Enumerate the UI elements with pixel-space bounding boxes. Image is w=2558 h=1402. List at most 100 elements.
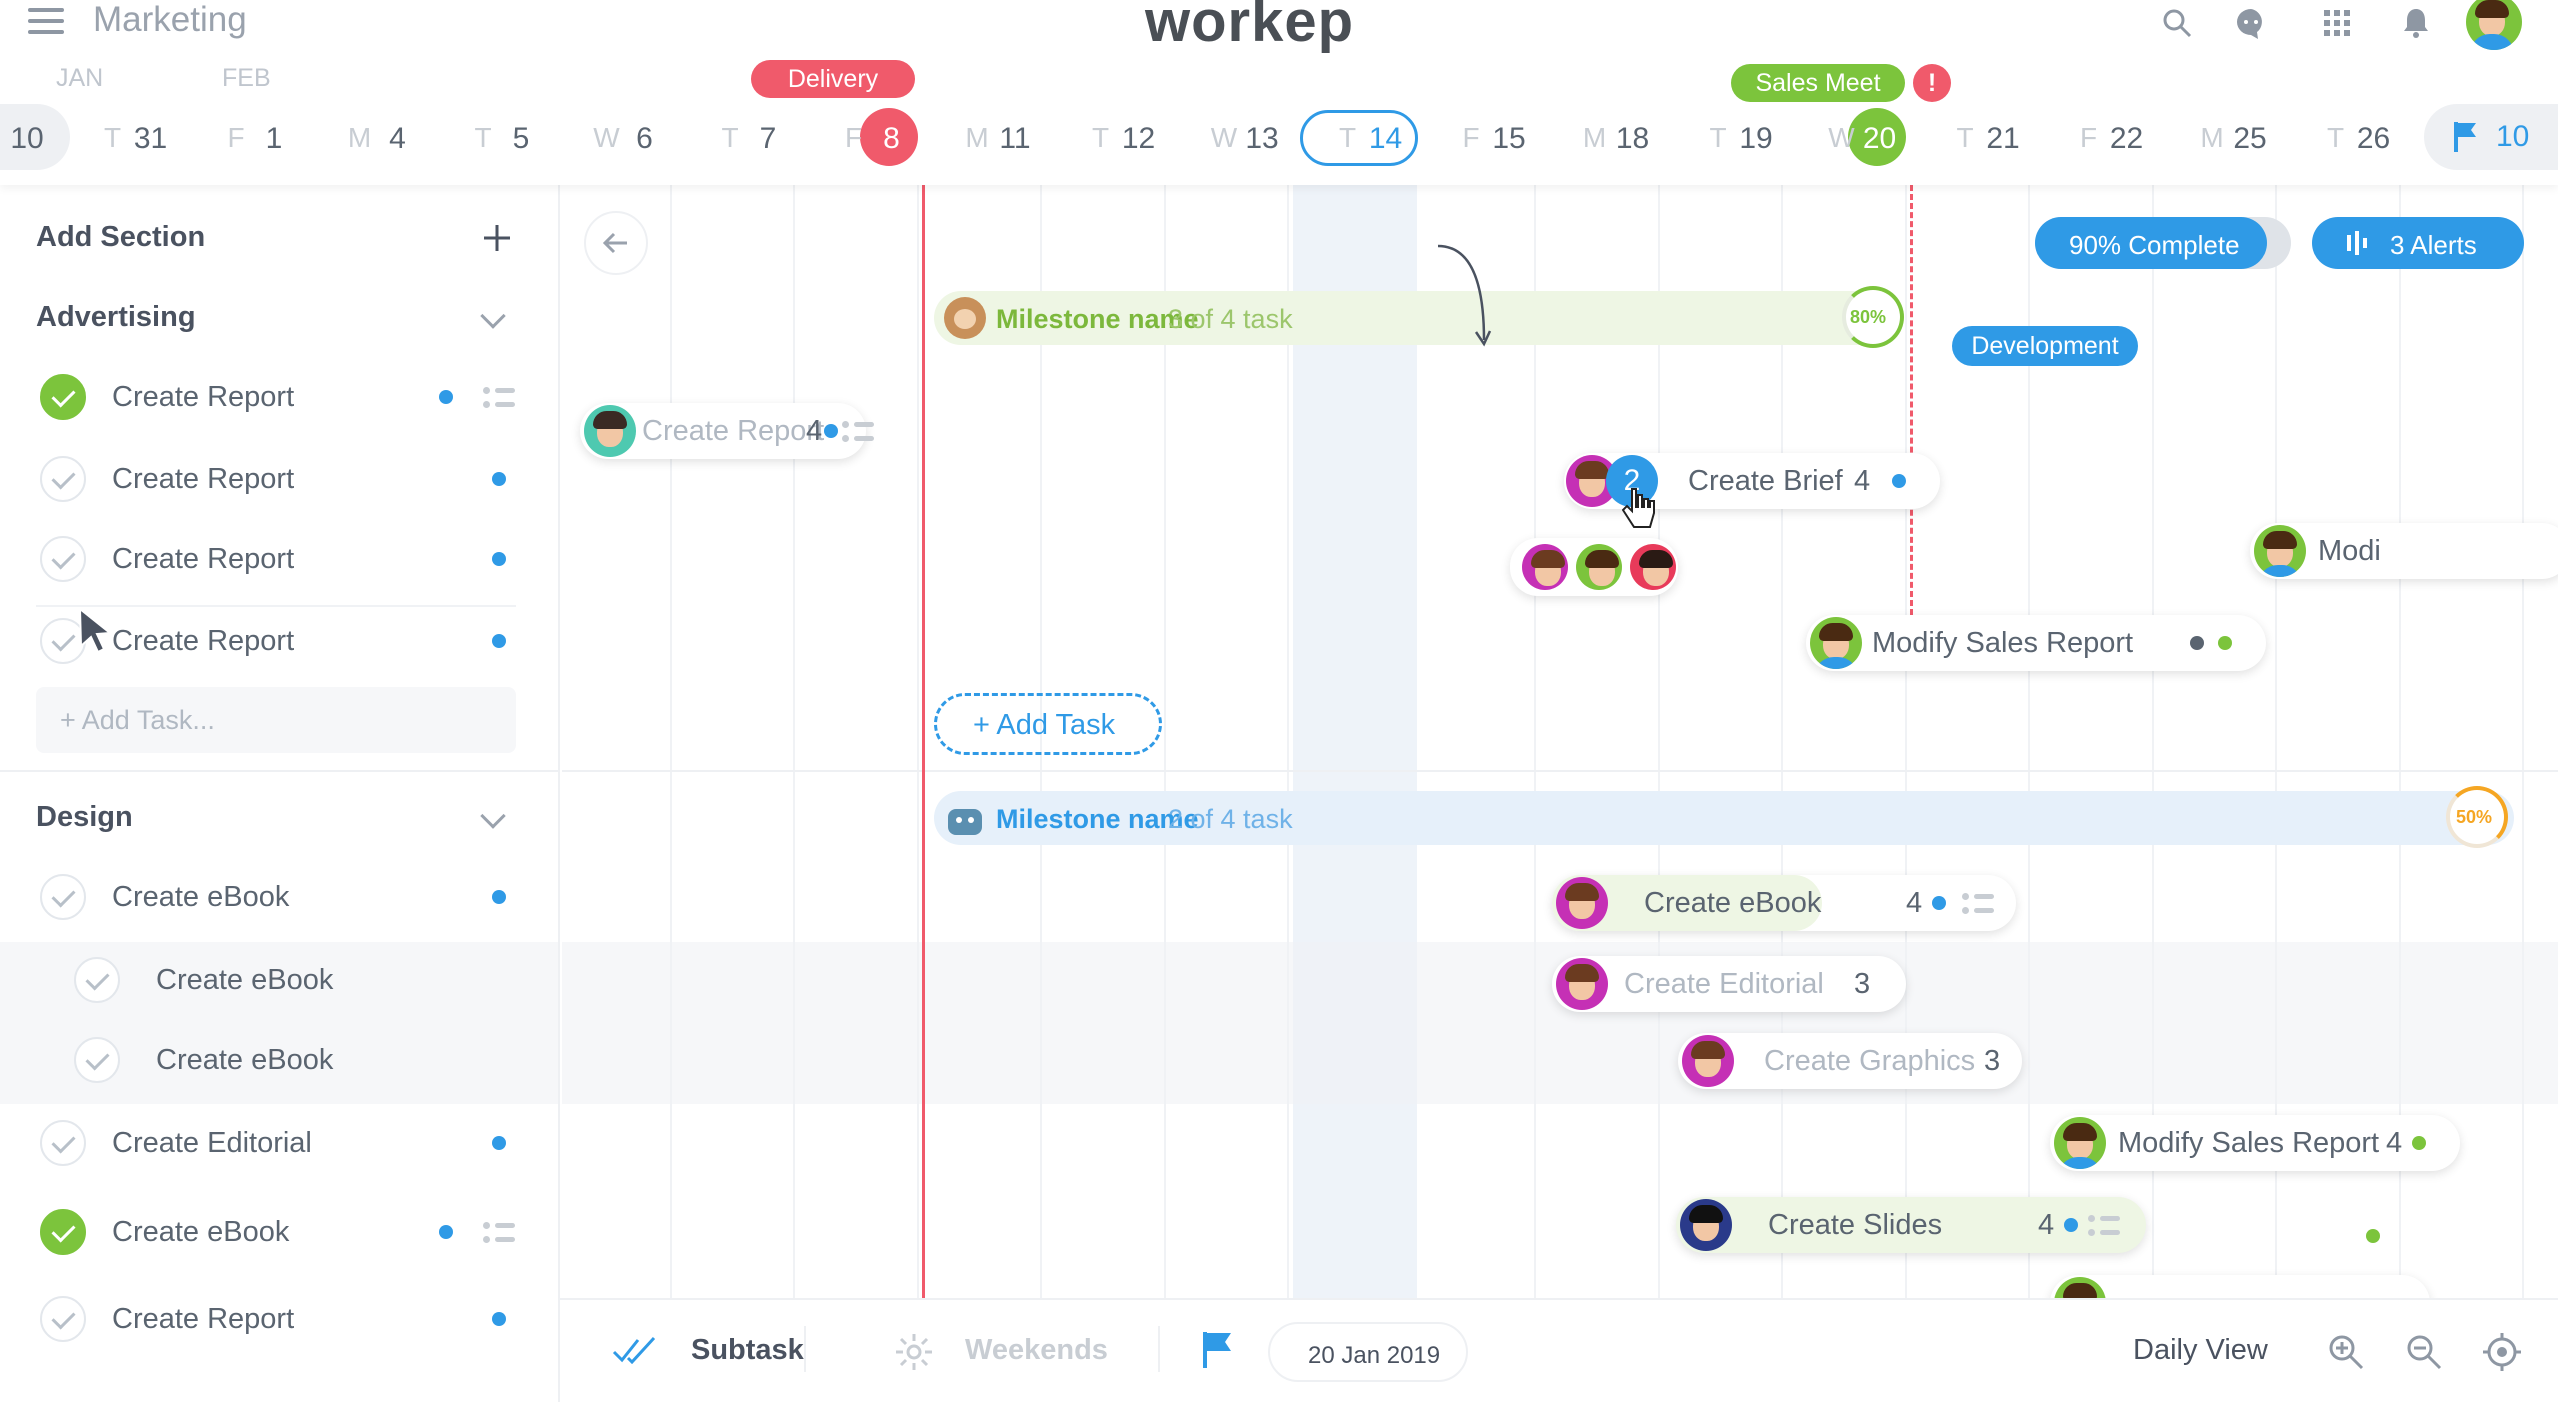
day-label[interactable]: 18 bbox=[1603, 122, 1663, 156]
add-task-input[interactable]: + Add Task... bbox=[36, 687, 516, 753]
list-item[interactable]: Create Editorial bbox=[0, 1103, 556, 1183]
day-label[interactable]: 8 bbox=[862, 122, 922, 156]
menu-icon[interactable] bbox=[28, 8, 64, 36]
grid-line bbox=[2522, 185, 2524, 1300]
subtask-toggle[interactable]: Subtask bbox=[691, 1334, 804, 1367]
delivery-event-pill[interactable]: Delivery bbox=[751, 60, 915, 98]
bottom-toolbar: Subtask Weekends 20 Jan 2019 Daily View bbox=[560, 1298, 2558, 1402]
task-checkbox[interactable] bbox=[40, 536, 86, 582]
day-label[interactable]: 13 bbox=[1232, 122, 1292, 156]
list-item[interactable]: Create eBook bbox=[0, 1192, 556, 1272]
subtask-list-icon[interactable] bbox=[483, 1222, 515, 1244]
weekends-toggle[interactable]: Weekends bbox=[965, 1334, 1108, 1367]
alert-icon[interactable]: ! bbox=[1913, 64, 1951, 102]
day-label[interactable]: 5 bbox=[491, 122, 551, 156]
zoom-out-icon[interactable] bbox=[2404, 1332, 2444, 1372]
day-label[interactable]: 1 bbox=[244, 122, 304, 156]
day-label[interactable]: 20 bbox=[1850, 122, 1910, 156]
section-title-design[interactable]: Design bbox=[36, 801, 133, 834]
chevron-down-icon[interactable] bbox=[480, 303, 506, 329]
add-task-button[interactable]: + Add Task bbox=[934, 693, 1162, 755]
milestone-bar[interactable]: Milestone name 2 of 4 task 50% bbox=[934, 786, 2514, 848]
flag-icon[interactable] bbox=[1200, 1330, 1234, 1370]
day-label[interactable]: 7 bbox=[738, 122, 798, 156]
project-title[interactable]: Marketing bbox=[93, 0, 247, 40]
chat-icon[interactable] bbox=[2234, 6, 2268, 40]
task-bar-modify[interactable]: Modi bbox=[2250, 523, 2558, 579]
task-bar-create-graphics[interactable]: Create Graphics 3 bbox=[1678, 1033, 2022, 1089]
task-bar-create-editorial[interactable]: Create Editorial 3 bbox=[1552, 956, 1906, 1012]
back-button[interactable] bbox=[584, 211, 648, 275]
day-label[interactable]: 26 bbox=[2344, 122, 2404, 156]
list-item[interactable]: Create Report bbox=[0, 519, 556, 599]
task-bar-modify-sales-report[interactable]: Modify Sales Report bbox=[1806, 615, 2266, 671]
day-label[interactable]: 11 bbox=[985, 122, 1045, 156]
day-label[interactable]: 21 bbox=[1973, 122, 2033, 156]
grid-line bbox=[669, 185, 672, 1300]
sun-icon[interactable] bbox=[894, 1332, 934, 1372]
task-checkbox[interactable] bbox=[74, 1037, 120, 1083]
user-avatar[interactable] bbox=[2466, 0, 2522, 50]
day-label[interactable]: 15 bbox=[1479, 122, 1539, 156]
bell-icon[interactable] bbox=[2399, 6, 2433, 40]
month-label: JAN bbox=[56, 64, 104, 92]
grid-line bbox=[1781, 185, 1783, 1300]
weekday-label: F bbox=[227, 122, 245, 153]
view-selector[interactable]: Daily View bbox=[2133, 1334, 2268, 1367]
task-bar-create-ebook[interactable]: Create eBook 4 bbox=[1552, 875, 2016, 931]
day-label[interactable]: 31 bbox=[121, 122, 181, 156]
day-label[interactable]: 6 bbox=[615, 122, 675, 156]
task-bar-partial[interactable] bbox=[2050, 1275, 2430, 1300]
apps-grid-icon[interactable] bbox=[2320, 6, 2354, 40]
add-section-label[interactable]: Add Section bbox=[36, 221, 205, 254]
arrow-left-icon bbox=[602, 232, 627, 254]
development-tag[interactable]: Development bbox=[1952, 326, 2138, 366]
list-item[interactable]: Create Report bbox=[0, 357, 556, 437]
zoom-in-icon[interactable] bbox=[2326, 1332, 2366, 1372]
day-label[interactable]: 25 bbox=[2220, 122, 2280, 156]
day-label[interactable]: 19 bbox=[1726, 122, 1786, 156]
task-label: Create Report bbox=[112, 463, 295, 495]
day-label[interactable]: 10 bbox=[0, 122, 57, 156]
assignee-group[interactable] bbox=[1510, 538, 1678, 596]
double-check-icon[interactable] bbox=[612, 1336, 658, 1364]
weekday-label: T bbox=[1956, 122, 1974, 153]
task-bar-create-slides[interactable]: Create Slides 4 bbox=[1676, 1197, 2146, 1253]
task-checkbox[interactable] bbox=[40, 874, 86, 920]
progress-complete[interactable]: 90% Complete bbox=[2035, 217, 2291, 269]
search-icon[interactable] bbox=[2160, 6, 2194, 40]
day-label[interactable]: 22 bbox=[2097, 122, 2157, 156]
subtask-list-icon[interactable] bbox=[483, 387, 515, 409]
sales-meet-line bbox=[1910, 185, 1913, 615]
date-picker[interactable]: 20 Jan 2019 bbox=[1268, 1322, 1468, 1382]
locate-icon[interactable] bbox=[2482, 1332, 2522, 1372]
day-label[interactable]: 4 bbox=[368, 122, 428, 156]
weekday-label: T bbox=[1091, 122, 1110, 153]
milestone-bar[interactable]: Milestone name 3 of 4 task 80% bbox=[934, 286, 1904, 348]
task-checkbox[interactable] bbox=[40, 374, 86, 420]
task-checkbox[interactable] bbox=[40, 1296, 86, 1342]
flag-counter[interactable]: 10 bbox=[2424, 104, 2558, 170]
list-item[interactable]: Create Report bbox=[0, 1279, 556, 1359]
plus-icon[interactable] bbox=[482, 223, 512, 253]
task-bar-modify-sales-report[interactable]: Modify Sales Report 4 bbox=[2050, 1115, 2460, 1171]
list-item[interactable]: Create eBook bbox=[0, 857, 556, 937]
day-label[interactable]: 12 bbox=[1109, 122, 1169, 156]
task-bar-create-report[interactable]: Create Report 4 bbox=[580, 403, 874, 459]
list-item[interactable]: Create eBook bbox=[0, 940, 556, 1020]
grid-line bbox=[1657, 185, 1660, 1300]
section-title-advertising[interactable]: Advertising bbox=[36, 301, 196, 334]
grid-line bbox=[793, 185, 795, 1300]
sales-meet-event-pill[interactable]: Sales Meet bbox=[1731, 64, 1905, 102]
task-checkbox[interactable] bbox=[40, 1209, 86, 1255]
day-label[interactable]: 14 bbox=[1356, 122, 1416, 156]
list-item[interactable]: Create Report bbox=[0, 601, 556, 681]
list-item[interactable]: Create eBook bbox=[0, 1020, 556, 1100]
chevron-down-icon[interactable] bbox=[480, 803, 506, 829]
milestone-progress-ring: 80% bbox=[1842, 286, 1904, 348]
list-item[interactable]: Create Report bbox=[0, 439, 556, 519]
task-checkbox[interactable] bbox=[74, 957, 120, 1003]
task-checkbox[interactable] bbox=[40, 1120, 86, 1166]
task-checkbox[interactable] bbox=[40, 456, 86, 502]
alerts-button[interactable]: 3 Alerts bbox=[2312, 217, 2524, 269]
